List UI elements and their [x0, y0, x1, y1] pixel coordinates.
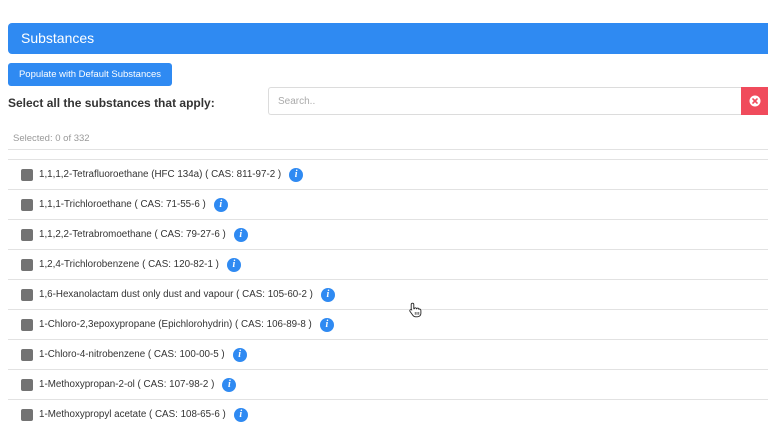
list-item[interactable]: 1,6-Hexanolactam dust only dust and vapo… — [8, 279, 768, 309]
substance-checkbox[interactable] — [21, 348, 33, 361]
substance-label: 1,6-Hexanolactam dust only dust and vapo… — [39, 289, 313, 300]
substance-checkbox[interactable] — [21, 258, 33, 271]
info-icon[interactable]: i — [213, 197, 228, 212]
section-title: Substances — [21, 30, 95, 46]
select-substances-prompt: Select all the substances that apply: — [8, 96, 215, 110]
substance-label: 1-Chloro-4-nitrobenzene ( CAS: 100-00-5 … — [39, 349, 225, 360]
substance-checkbox[interactable] — [21, 168, 33, 181]
list-item[interactable]: 1,2,4-Trichlorobenzene ( CAS: 120-82-1 )… — [8, 249, 768, 279]
list-item[interactable]: 1,1,1,2-Tetrafluoroethane (HFC 134a) ( C… — [8, 159, 768, 189]
substances-header: Substances — [8, 23, 768, 54]
info-icon[interactable]: i — [226, 257, 241, 272]
substance-checkbox[interactable] — [21, 288, 33, 301]
substance-checkbox[interactable] — [21, 318, 33, 331]
info-icon[interactable]: i — [222, 377, 237, 392]
list-item[interactable]: 1,1,1-Trichloroethane ( CAS: 71-55-6 ) i — [8, 189, 768, 219]
substance-list[interactable]: 1,1,1,2-Tetrafluoroethane (HFC 134a) ( C… — [8, 149, 768, 422]
list-item[interactable]: 1,1,2,2-Tetrabromoethane ( CAS: 79-27-6 … — [8, 219, 768, 249]
info-icon[interactable]: i — [233, 227, 248, 242]
clear-search-button[interactable] — [741, 87, 768, 115]
search-input[interactable] — [268, 87, 741, 115]
substance-label: 1,1,2,2-Tetrabromoethane ( CAS: 79-27-6 … — [39, 229, 226, 240]
substance-checkbox[interactable] — [21, 198, 33, 211]
populate-default-substances-button[interactable]: Populate with Default Substances — [8, 63, 172, 86]
list-item[interactable]: 1-Chloro-2,3epoxypropane (Epichlorohydri… — [8, 309, 768, 339]
info-icon[interactable]: i — [320, 287, 335, 302]
substance-label: 1,1,1,2-Tetrafluoroethane (HFC 134a) ( C… — [39, 169, 282, 180]
info-icon[interactable]: i — [233, 407, 248, 422]
selected-count: Selected: 0 of 332 — [13, 133, 90, 144]
substance-label: 1,2,4-Trichlorobenzene ( CAS: 120-82-1 ) — [39, 259, 219, 270]
substance-label: 1,1,1-Trichloroethane ( CAS: 71-55-6 ) — [39, 199, 206, 210]
substance-label: 1-Methoxypropyl acetate ( CAS: 108-65-6 … — [39, 409, 226, 420]
list-item[interactable]: 1-Methoxypropyl acetate ( CAS: 108-65-6 … — [8, 399, 768, 422]
list-scroll-top — [8, 149, 768, 159]
info-icon[interactable]: i — [232, 347, 247, 362]
substance-checkbox[interactable] — [21, 378, 33, 391]
substance-checkbox[interactable] — [21, 228, 33, 241]
info-icon[interactable]: i — [289, 167, 304, 182]
substance-checkbox[interactable] — [21, 408, 33, 421]
substance-label: 1-Chloro-2,3epoxypropane (Epichlorohydri… — [39, 319, 312, 330]
close-circle-icon — [749, 95, 760, 107]
list-item[interactable]: 1-Chloro-4-nitrobenzene ( CAS: 100-00-5 … — [8, 339, 768, 369]
list-item[interactable]: 1-Methoxypropan-2-ol ( CAS: 107-98-2 ) i — [8, 369, 768, 399]
info-icon[interactable]: i — [319, 317, 334, 332]
substance-label: 1-Methoxypropan-2-ol ( CAS: 107-98-2 ) — [39, 379, 215, 390]
